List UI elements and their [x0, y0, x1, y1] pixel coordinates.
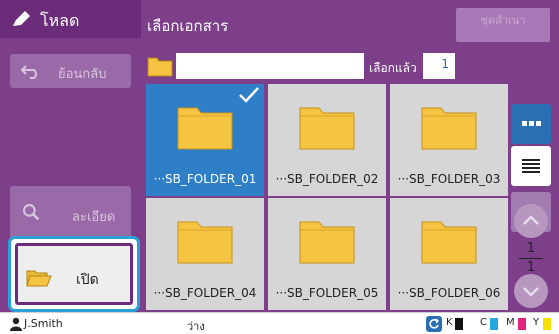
folder-name: ···SB_FOLDER_03 — [397, 172, 501, 186]
grid-view-icon — [522, 121, 541, 126]
load-screen: โหลด ย้อนกลับ ละเอียด เปิด เลือกเอกสาร ช… — [0, 0, 559, 334]
main-header: เลือกเอกสาร ชุดสำเนา — [141, 0, 559, 44]
copy-set-label: ชุดสำเนา — [480, 14, 526, 27]
folder-tile[interactable]: ···SB_FOLDER_05 — [268, 198, 386, 310]
sidebar-title: โหลด — [40, 11, 80, 30]
ink-label-y: Y — [533, 317, 540, 328]
folder-icon — [147, 57, 173, 77]
folder-icon — [177, 107, 233, 150]
ink-level-y — [543, 318, 551, 330]
path-field — [176, 53, 364, 79]
folder-tile[interactable]: ···SB_FOLDER_02 — [268, 84, 386, 196]
back-button[interactable]: ย้อนกลับ — [10, 54, 131, 88]
back-arrow-icon — [20, 65, 37, 79]
folder-tile[interactable]: ···SB_FOLDER_03 — [390, 84, 508, 196]
user-icon — [10, 317, 22, 331]
open-folder-icon — [26, 270, 52, 287]
ink-level-c — [490, 318, 498, 330]
path-row: เลือกแล้ว 1 — [147, 53, 555, 79]
ink-label-k: K — [446, 317, 453, 328]
folder-tile[interactable]: ···SB_FOLDER_06 — [390, 198, 508, 310]
copy-set-button[interactable]: ชุดสำเนา — [456, 8, 550, 42]
list-view-button[interactable] — [511, 146, 551, 186]
ink-level-m — [518, 318, 526, 330]
magnifier-icon — [23, 204, 40, 221]
folder-name: ···SB_FOLDER_01 — [153, 172, 257, 186]
ink-level-k — [455, 318, 463, 330]
folder-tile[interactable]: ···SB_FOLDER_01 — [146, 84, 264, 196]
page-up-button[interactable] — [514, 204, 548, 238]
folder-icon — [299, 221, 355, 264]
ink-label-c: C — [480, 317, 487, 328]
folder-icon — [421, 221, 477, 264]
page-title: เลือกเอกสาร — [147, 17, 229, 35]
back-button-label: ย้อนกลับ — [58, 67, 107, 82]
chevron-down-icon — [523, 287, 539, 297]
folder-tile[interactable]: ···SB_FOLDER_04 — [146, 198, 264, 310]
refresh-icon[interactable] — [426, 316, 442, 332]
sidebar-header: โหลด — [0, 0, 141, 38]
open-button-face: เปิด — [15, 243, 133, 305]
folder-name: ···SB_FOLDER_06 — [397, 286, 501, 300]
selected-label: เลือกแล้ว — [369, 61, 417, 75]
grid-view-button[interactable] — [511, 104, 551, 144]
page-divider — [519, 258, 543, 259]
folder-icon — [421, 107, 477, 150]
chevron-up-icon — [523, 215, 539, 225]
folder-name: ···SB_FOLDER_02 — [275, 172, 379, 186]
folder-name: ···SB_FOLDER_05 — [275, 286, 379, 300]
check-icon — [239, 87, 259, 103]
user-name: J.Smith — [24, 317, 63, 330]
folder-name: ···SB_FOLDER_04 — [153, 286, 257, 300]
list-view-icon — [522, 159, 540, 173]
folder-icon — [177, 221, 233, 264]
pencil-icon — [13, 11, 30, 26]
detail-button-label: ละเอียด — [72, 210, 116, 225]
page-current: 1 — [526, 241, 536, 256]
main-panel: เลือกเอกสาร ชุดสำเนา เลือกแล้ว 1 ···SB_F… — [141, 0, 559, 312]
page-down-button[interactable] — [514, 274, 548, 308]
folder-icon — [299, 107, 355, 150]
machine-status: ว่าง — [187, 320, 205, 333]
open-button-label: เปิด — [76, 272, 99, 288]
page-total: 1 — [526, 260, 536, 275]
open-button[interactable]: เปิด — [8, 236, 140, 312]
ink-label-m: M — [506, 317, 515, 328]
status-bar: J.Smith ว่าง K C M Y — [0, 312, 559, 334]
selected-count: 1 — [423, 53, 455, 79]
